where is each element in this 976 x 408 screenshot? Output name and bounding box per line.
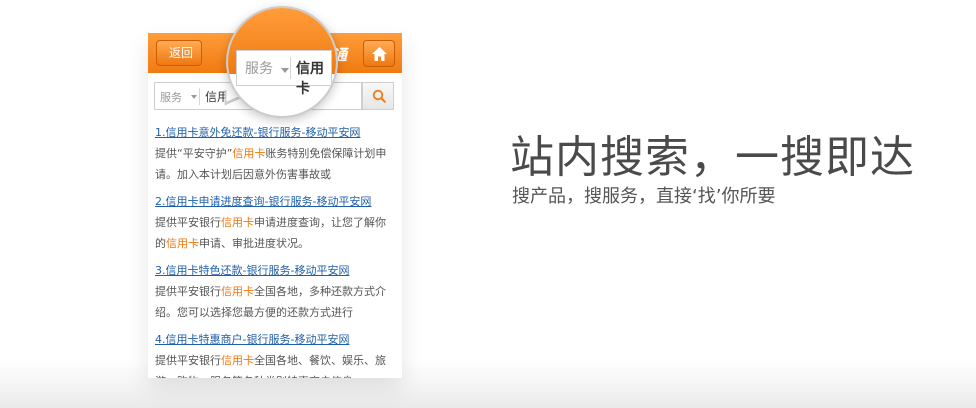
magnified-search-input: 服务 信用卡 bbox=[236, 50, 332, 97]
subheadline: 搜产品，搜服务，直接‘找’你所要 bbox=[512, 186, 776, 207]
result-item: 1.信用卡意外免还款-银行服务-移动平安网 提供“平安守护”信用卡账务特别免偿保… bbox=[155, 125, 395, 185]
home-button[interactable] bbox=[363, 40, 395, 67]
magnified-divider bbox=[290, 57, 291, 79]
result-description: 提供平安银行信用卡全国各地、餐饮、娱乐、旅游、购物、服务等各种类别特惠商户信息 bbox=[155, 354, 386, 378]
search-button[interactable] bbox=[362, 82, 394, 110]
search-divider bbox=[199, 88, 200, 105]
result-item: 4.信用卡特惠商户-银行服务-移动平安网 提供平安银行信用卡全国各地、餐饮、娱乐… bbox=[155, 332, 395, 378]
dropdown-arrow-icon[interactable] bbox=[191, 95, 197, 99]
magnified-query: 信用卡 bbox=[296, 61, 324, 97]
search-category-select[interactable]: 服务 bbox=[160, 89, 182, 105]
magnified-dropdown-arrow-icon bbox=[281, 68, 289, 73]
floor-shadow bbox=[0, 360, 976, 408]
result-title-link[interactable]: 1.信用卡意外免还款-银行服务-移动平安网 bbox=[155, 125, 395, 141]
result-item: 3.信用卡特色还款-银行服务-移动平安网 提供平安银行信用卡全国各地，多种还款方… bbox=[155, 263, 395, 323]
result-item: 2.信用卡申请进度查询-银行服务-移动平安网 提供平安银行信用卡申请进度查询，让… bbox=[155, 194, 395, 254]
result-description: 提供平安银行信用卡申请进度查询，让您了解你的信用卡申请、审批进度状况。 bbox=[155, 216, 386, 250]
home-icon bbox=[372, 47, 387, 61]
magnifier-callout: 服务 信用卡 bbox=[226, 6, 338, 118]
result-description: 提供平安银行信用卡全国各地，多种还款方式介绍。您可以选择您最方便的还款方式进行 bbox=[155, 285, 386, 319]
result-description: 提供“平安守护”信用卡账务特别免偿保障计划申请。加入本计划后因意外伤害事故或 bbox=[155, 147, 387, 181]
magnified-category: 服务 bbox=[245, 61, 273, 77]
search-icon bbox=[372, 89, 386, 103]
result-title-link[interactable]: 2.信用卡申请进度查询-银行服务-移动平安网 bbox=[155, 194, 395, 210]
back-button[interactable]: 返回 bbox=[156, 40, 202, 66]
search-results: 1.信用卡意外免还款-银行服务-移动平安网 提供“平安守护”信用卡账务特别免偿保… bbox=[155, 125, 395, 378]
result-title-link[interactable]: 4.信用卡特惠商户-银行服务-移动平安网 bbox=[155, 332, 395, 348]
headline: 站内搜索，一搜即达 bbox=[510, 132, 915, 183]
result-title-link[interactable]: 3.信用卡特色还款-银行服务-移动平安网 bbox=[155, 263, 395, 279]
